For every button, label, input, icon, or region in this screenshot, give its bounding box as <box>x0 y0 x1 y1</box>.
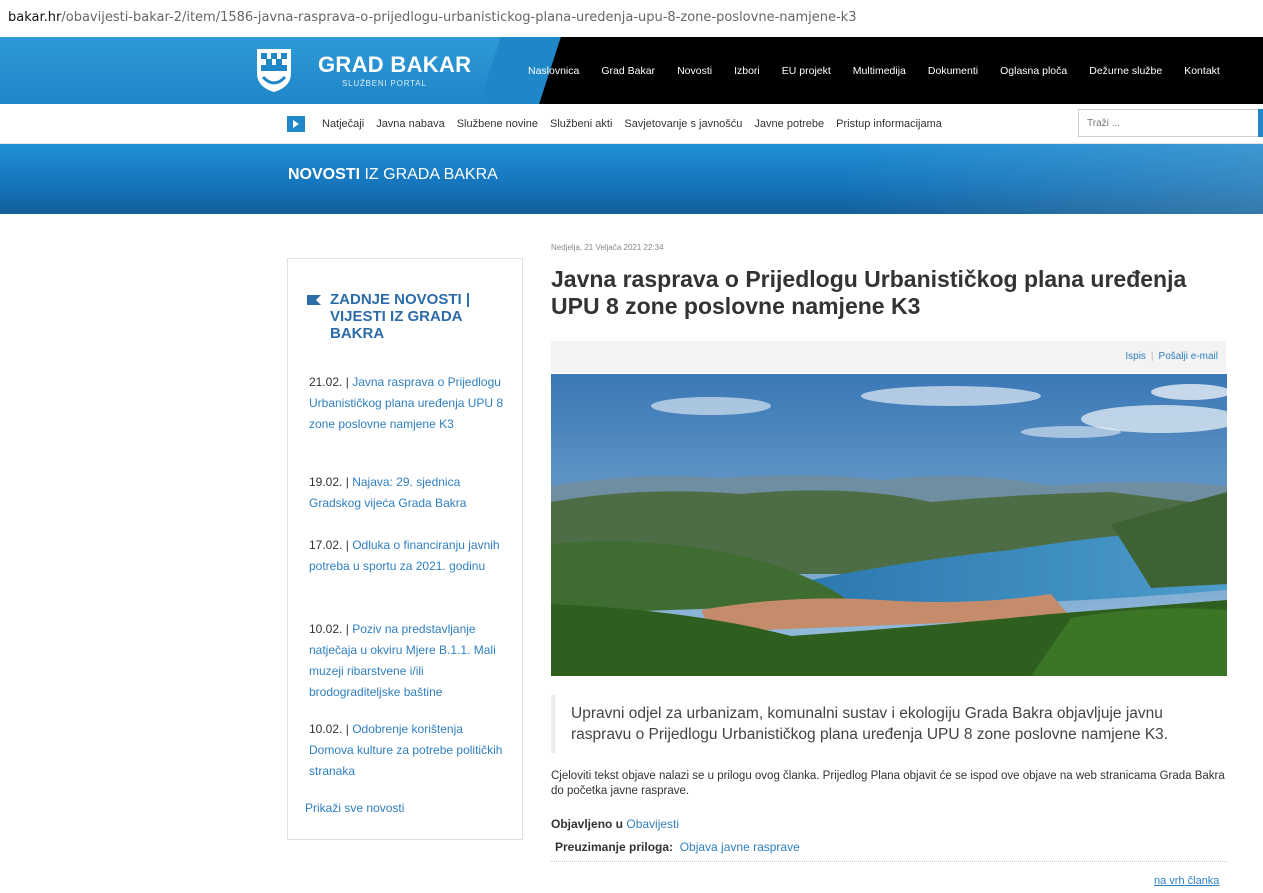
news-item[interactable]: 10.02. | Poziv na predstavljanje natječa… <box>309 619 509 703</box>
nav-item-naslovnica[interactable]: Naslovnica <box>528 65 579 77</box>
nav-item-novosti[interactable]: Novosti <box>677 65 712 77</box>
attachments: Preuzimanje priloga: Objava javne raspra… <box>555 840 800 854</box>
subnav-item-natjecaji[interactable]: Natječaji <box>322 118 364 130</box>
divider <box>551 861 1227 862</box>
news-date: 19.02. <box>309 475 343 489</box>
news-date: 10.02. <box>309 722 343 736</box>
send-email-link[interactable]: Pošalji e-mail <box>1159 351 1218 362</box>
news-item[interactable]: 10.02. | Odobrenje korištenja Domova kul… <box>309 719 509 782</box>
article-lead-text: Upravni odjel za urbanizam, komunalni su… <box>571 705 1169 743</box>
top-navigation-bar: GRAD BAKAR SLUŽBENI PORTAL Naslovnica Gr… <box>0 37 1263 104</box>
news-item[interactable]: 21.02. | Javna rasprava o Prijedlogu Urb… <box>309 372 509 435</box>
article-hero-image <box>551 374 1227 676</box>
secondary-nav-items: Natječaji Javna nabava Službene novine S… <box>322 104 954 144</box>
news-item[interactable]: 17.02. | Odluka o financiranju javnih po… <box>309 535 509 577</box>
nav-item-dokumenti[interactable]: Dokumenti <box>928 65 978 77</box>
flag-icon <box>307 295 321 305</box>
subnav-item-savjetovanje[interactable]: Savjetovanje s javnošću <box>624 118 742 130</box>
subnav-item-sluzbeni-akti[interactable]: Službeni akti <box>550 118 612 130</box>
nav-item-oglasna-ploca[interactable]: Oglasna ploča <box>1000 65 1067 77</box>
article-title: Javna rasprava o Prijedlogu Urbanističko… <box>551 266 1187 319</box>
sidebar-heading: ZADNJE NOVOSTI | VIJESTI IZ GRADA BAKRA <box>330 291 471 342</box>
nav-item-multimedija[interactable]: Multimedija <box>853 65 906 77</box>
news-separator: | <box>345 375 349 389</box>
news-separator: | <box>345 538 349 552</box>
secondary-nav: Natječaji Javna nabava Službene novine S… <box>0 104 1263 144</box>
news-item[interactable]: 19.02. | Najava: 29. sjednica Gradskog v… <box>309 472 509 514</box>
url-path: /obavijesti-bakar-2/item/1586-javna-rasp… <box>61 10 857 25</box>
arrow-right-icon <box>287 116 305 132</box>
news-date: 10.02. <box>309 622 343 636</box>
subnav-item-pristup-informacijama[interactable]: Pristup informacijama <box>836 118 942 130</box>
tools-separator: | <box>1150 351 1154 362</box>
search-button[interactable] <box>1258 109 1263 137</box>
subnav-item-javne-potrebe[interactable]: Javne potrebe <box>754 118 824 130</box>
url-domain: bakar.hr <box>8 10 62 25</box>
address-bar[interactable]: bakar.hr/obavijesti-bakar-2/item/1586-ja… <box>0 0 1263 36</box>
article-tools-bar: Ispis | Pošalji e-mail <box>551 341 1226 373</box>
print-link[interactable]: Ispis <box>1125 351 1146 362</box>
latest-news-sidebar: ZADNJE NOVOSTI | VIJESTI IZ GRADA BAKRA … <box>287 258 523 840</box>
news-separator: | <box>345 475 349 489</box>
news-date: 17.02. <box>309 538 343 552</box>
article-body-text: Cjeloviti tekst objave nalazi se u prilo… <box>551 770 1225 797</box>
subnav-item-sluzbene-novine[interactable]: Službene novine <box>457 118 538 130</box>
news-separator: | <box>345 722 349 736</box>
nav-item-dezurne-sluzbe[interactable]: Dežurne službe <box>1089 65 1162 77</box>
article-lead-quote: Upravni odjel za urbanizam, komunalni su… <box>551 695 1227 753</box>
attachment-link[interactable]: Objava javne rasprave <box>680 840 800 854</box>
news-date: 21.02. <box>309 375 343 389</box>
section-banner: NOVOSTI IZ GRADA BAKRA <box>0 144 1263 214</box>
published-in: Objavljeno u Obavijesti <box>551 817 679 831</box>
city-coat-of-arms-icon[interactable] <box>255 47 293 93</box>
nav-item-grad-bakar[interactable]: Grad Bakar <box>601 65 655 77</box>
section-title-rest: IZ GRADA BAKRA <box>360 166 498 183</box>
section-title-bold: NOVOSTI <box>288 166 361 183</box>
attachments-label: Preuzimanje priloga: <box>555 840 674 854</box>
nav-item-eu-projekt[interactable]: EU projekt <box>782 65 831 77</box>
news-separator: | <box>345 622 349 636</box>
show-all-news-link[interactable]: Prikaži sve novosti <box>305 801 404 815</box>
article-date: Nedjelja, 21 Veljača 2021 22:34 <box>551 243 664 252</box>
main-nav: Naslovnica Grad Bakar Novosti Izbori EU … <box>528 37 1242 104</box>
nav-item-kontakt[interactable]: Kontakt <box>1184 65 1220 77</box>
nav-item-izbori[interactable]: Izbori <box>734 65 760 77</box>
search-input[interactable] <box>1078 109 1263 137</box>
back-to-top-link[interactable]: na vrh članka <box>1154 875 1219 887</box>
subnav-item-javna-nabava[interactable]: Javna nabava <box>376 118 445 130</box>
site-title[interactable]: GRAD BAKAR <box>318 52 471 78</box>
category-link[interactable]: Obavijesti <box>626 817 679 831</box>
published-label: Objavljeno u <box>551 817 624 831</box>
site-subtitle: SLUŽBENI PORTAL <box>342 79 427 88</box>
article-tools: Ispis | Pošalji e-mail <box>1125 351 1218 362</box>
section-title: NOVOSTI IZ GRADA BAKRA <box>288 166 498 184</box>
banner-background-image <box>843 144 1263 214</box>
